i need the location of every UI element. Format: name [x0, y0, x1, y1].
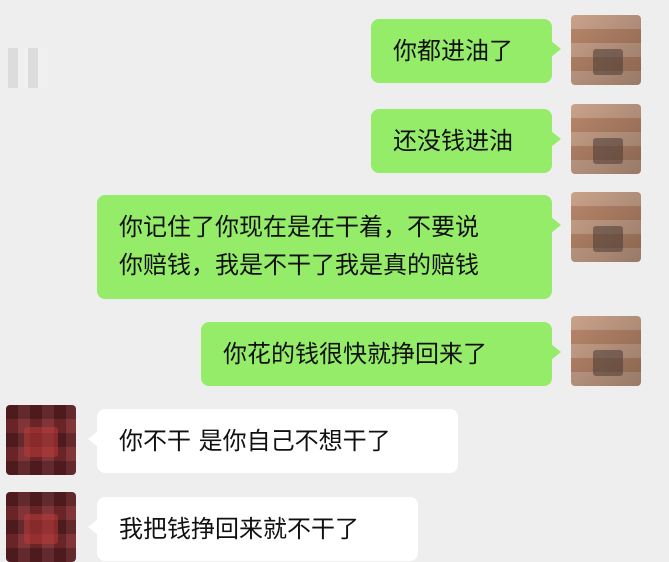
- blurred-icon: [8, 48, 48, 88]
- avatar[interactable]: [571, 104, 641, 174]
- message-text: 还没钱进油: [393, 127, 513, 155]
- message-bubble-sent[interactable]: 你花的钱很快就挣回来了: [201, 322, 561, 386]
- message-bubble-sent[interactable]: 还没钱进油: [371, 109, 561, 173]
- message-text-line: 你赔钱，我是不干了我是真的赔钱: [119, 251, 479, 279]
- message-bubble-received[interactable]: 你不干 是你自己不想干了: [88, 409, 458, 473]
- message-text: 你花的钱很快就挣回来了: [223, 340, 487, 368]
- avatar[interactable]: [571, 316, 641, 386]
- avatar[interactable]: [6, 405, 76, 475]
- message-text: 你都进油了: [393, 37, 513, 65]
- message-text-line: 你记住了你现在是在干着，不要说: [119, 213, 479, 241]
- message-bubble-sent[interactable]: 你记住了你现在是在干着，不要说 你赔钱，我是不干了我是真的赔钱: [97, 195, 561, 299]
- message-bubble-sent[interactable]: 你都进油了: [371, 19, 561, 83]
- message-text: 你不干 是你自己不想干了: [119, 427, 391, 455]
- avatar[interactable]: [571, 192, 641, 262]
- chat-conversation: 你都进油了 还没钱进油 你记住了你现在是在干着，不要说 你赔钱，我是不干了我是真…: [0, 0, 669, 562]
- message-bubble-received[interactable]: 我把钱挣回来就不干了: [88, 497, 418, 561]
- avatar[interactable]: [571, 15, 641, 85]
- message-text: 我把钱挣回来就不干了: [119, 515, 359, 543]
